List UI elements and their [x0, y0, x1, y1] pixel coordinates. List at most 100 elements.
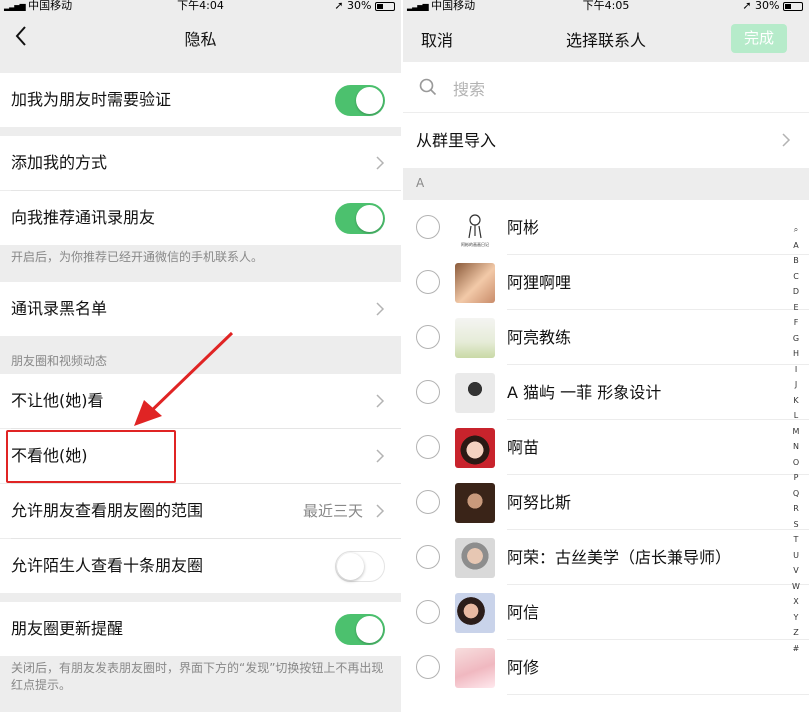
- index-search-icon[interactable]: ⌕: [791, 222, 801, 238]
- contact-row[interactable]: 阿狸啊哩: [403, 255, 809, 310]
- alphabet-index[interactable]: ⌕ A B C D E F G H I J K L M N O P Q R S T U V W X Y Z #: [791, 222, 801, 656]
- index-letter[interactable]: P: [791, 470, 801, 486]
- index-letter[interactable]: N: [791, 439, 801, 455]
- recommend-row[interactable]: 向我推荐通讯录朋友: [0, 191, 401, 245]
- index-letter[interactable]: Q: [791, 486, 801, 502]
- avatar: [455, 593, 495, 633]
- location-icon: ➚: [742, 0, 752, 12]
- chevron-right-icon: [376, 302, 385, 316]
- status-bar: ▂▃▅▆ 中国移动 下午4:04 ➚ 30%: [0, 0, 401, 12]
- index-letter[interactable]: F: [791, 315, 801, 331]
- chevron-right-icon: [376, 449, 385, 463]
- strangers-toggle[interactable]: [335, 551, 385, 582]
- avatar: [455, 373, 495, 413]
- add-methods-row[interactable]: 添加我的方式: [0, 136, 401, 190]
- avatar: [455, 483, 495, 523]
- recommend-label: 向我推荐通讯录朋友: [11, 208, 156, 227]
- index-letter[interactable]: T: [791, 532, 801, 548]
- nav-bar: 取消 选择联系人 完成: [403, 12, 809, 62]
- contact-row[interactable]: 阿信: [403, 585, 809, 640]
- strangers-label: 允许陌生人查看十条朋友圈: [11, 556, 204, 575]
- moments-update-toggle[interactable]: [335, 614, 385, 645]
- privacy-screen: ▂▃▅▆ 中国移动 下午4:04 ➚ 30% 隐私 加我为朋友时需要验证 添加我…: [0, 0, 401, 712]
- status-bar: ▂▃▅▆ 中国移动 下午4:05 ➚ 30%: [403, 0, 809, 12]
- index-letter[interactable]: M: [791, 424, 801, 440]
- select-radio[interactable]: [416, 435, 440, 459]
- select-radio[interactable]: [416, 600, 440, 624]
- strangers-row[interactable]: 允许陌生人查看十条朋友圈: [0, 539, 401, 593]
- chevron-right-icon: [782, 133, 791, 147]
- index-letter[interactable]: J: [791, 377, 801, 393]
- done-button[interactable]: 完成: [731, 24, 787, 53]
- battery-indicator: ➚ 30%: [334, 0, 395, 12]
- contact-name: 阿荣：古丝美学（店长兼导师）: [507, 548, 732, 567]
- contact-row[interactable]: 阿努比斯: [403, 475, 809, 530]
- index-letter[interactable]: U: [791, 548, 801, 564]
- select-radio[interactable]: [416, 215, 440, 239]
- index-letter[interactable]: L: [791, 408, 801, 424]
- moments-range-row[interactable]: 允许朋友查看朋友圈的范围 最近三天: [0, 484, 401, 538]
- index-letter[interactable]: V: [791, 563, 801, 579]
- index-letter[interactable]: X: [791, 594, 801, 610]
- moments-section-header: 朋友圈和视频动态: [11, 354, 108, 368]
- moments-range-value: 最近三天: [302, 502, 363, 520]
- import-from-group-row[interactable]: 从群里导入: [403, 113, 809, 168]
- index-letter[interactable]: E: [791, 300, 801, 316]
- contact-row[interactable]: 阿修: [403, 640, 809, 695]
- search-placeholder: 搜索: [453, 80, 486, 99]
- moments-range-label: 允许朋友查看朋友圈的范围: [11, 501, 204, 520]
- toggle-knob: [356, 87, 383, 114]
- battery-indicator: ➚ 30%: [742, 0, 803, 12]
- moments-update-label: 朋友圈更新提醒: [11, 619, 124, 638]
- contact-name: 阿亮教练: [507, 328, 572, 347]
- verify-toggle[interactable]: [335, 85, 385, 116]
- toggle-knob: [356, 616, 383, 643]
- select-radio[interactable]: [416, 270, 440, 294]
- moments-update-row[interactable]: 朋友圈更新提醒: [0, 602, 401, 656]
- index-letter[interactable]: C: [791, 269, 801, 285]
- index-letter[interactable]: I: [791, 362, 801, 378]
- contact-list: 阿彬的画画日记 阿彬 阿狸啊哩 阿亮教练 A 猫屿 一菲 形象设计 啊苗 阿努比…: [403, 200, 809, 712]
- select-contacts-screen: ▂▃▅▆ 中国移动 下午4:05 ➚ 30% 取消 选择联系人 完成 搜索 从群…: [403, 0, 809, 712]
- search-bar[interactable]: 搜索: [403, 62, 809, 112]
- avatar: [455, 318, 495, 358]
- search-icon: [419, 78, 437, 96]
- battery-icon: [375, 1, 395, 11]
- contact-row[interactable]: 阿荣：古丝美学（店长兼导师）: [403, 530, 809, 585]
- select-radio[interactable]: [416, 380, 440, 404]
- index-letter[interactable]: #: [791, 641, 801, 657]
- contact-row[interactable]: 阿彬的画画日记 阿彬: [403, 200, 809, 255]
- blacklist-label: 通讯录黑名单: [11, 299, 108, 318]
- index-letter[interactable]: A: [791, 238, 801, 254]
- contact-name: 阿彬: [507, 218, 540, 237]
- svg-text:阿彬的画画日记: 阿彬的画画日记: [461, 241, 489, 247]
- index-letter[interactable]: O: [791, 455, 801, 471]
- index-letter[interactable]: S: [791, 517, 801, 533]
- toggle-knob: [356, 205, 383, 232]
- index-letter[interactable]: D: [791, 284, 801, 300]
- contact-name: 啊苗: [507, 438, 540, 457]
- contact-name: 阿努比斯: [507, 493, 572, 512]
- avatar: [455, 263, 495, 303]
- select-radio[interactable]: [416, 490, 440, 514]
- verify-row[interactable]: 加我为朋友时需要验证: [0, 73, 401, 127]
- index-letter[interactable]: R: [791, 501, 801, 517]
- select-radio[interactable]: [416, 655, 440, 679]
- contact-row[interactable]: 阿亮教练: [403, 310, 809, 365]
- nav-bar: 隐私: [0, 12, 401, 62]
- index-letter[interactable]: H: [791, 346, 801, 362]
- toggle-knob: [337, 553, 364, 580]
- index-letter[interactable]: Y: [791, 610, 801, 626]
- recommend-toggle[interactable]: [335, 203, 385, 234]
- select-radio[interactable]: [416, 545, 440, 569]
- contact-row[interactable]: 啊苗: [403, 420, 809, 475]
- index-letter[interactable]: W: [791, 579, 801, 595]
- avatar: [455, 428, 495, 468]
- index-letter[interactable]: K: [791, 393, 801, 409]
- contact-row[interactable]: A 猫屿 一菲 形象设计: [403, 365, 809, 420]
- select-radio[interactable]: [416, 325, 440, 349]
- index-letter[interactable]: B: [791, 253, 801, 269]
- index-letter[interactable]: G: [791, 331, 801, 347]
- chevron-right-icon: [376, 504, 385, 518]
- index-letter[interactable]: Z: [791, 625, 801, 641]
